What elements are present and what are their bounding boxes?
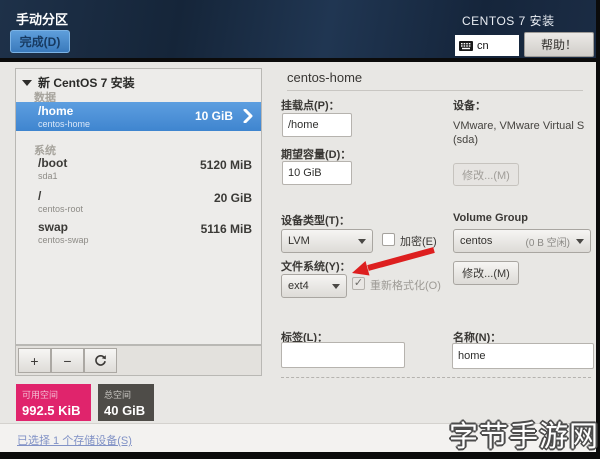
available-space-box: 可用空间 992.5 KiB [16,384,91,421]
keyboard-icon [459,40,473,51]
volume-group-dropdown[interactable]: centos (0 B 空闲) [453,229,591,253]
partition-size: 20 GiB [213,191,252,205]
storage-devices-link[interactable]: 已选择 1 个存储设备(S) [17,432,132,448]
device-name: centos-swap [38,235,89,245]
total-space-label: 总空间 [104,390,132,400]
mount-point-label: 挂载点(P)： [281,100,340,112]
file-system-value: ext4 [288,280,309,292]
partition-size: 5120 MiB [199,158,252,172]
remove-partition-button[interactable]: − [51,348,84,373]
encrypt-checkbox[interactable] [382,233,395,246]
device-label: 设备： [453,100,486,112]
done-button[interactable]: 完成(D) [10,30,70,53]
partition-row-home[interactable]: /home centos-home 10 GiB [16,102,261,131]
encrypt-label: 加密(E) [400,236,437,248]
partition-size: 10 GiB [194,109,233,123]
divider [281,377,591,378]
modify-volume-group-button[interactable]: 修改...(M) [453,261,519,285]
refresh-icon [95,355,106,366]
modify-device-button[interactable]: 修改...(M) [453,163,519,186]
partition-size: 5116 MiB [200,222,252,236]
label-input[interactable] [281,342,405,368]
available-space-value: 992.5 KiB [22,403,81,418]
device-name: centos-root [38,204,84,214]
divider [287,90,583,91]
name-input[interactable] [452,343,594,369]
reformat-checkbox[interactable]: ✓ [352,277,365,290]
top-navbar: 手动分区 完成(D) CENTOS 7 安装 cn 帮助！ [0,0,596,58]
available-space-label: 可用空间 [22,390,59,400]
volume-group-label: Volume Group [453,212,528,224]
product-title: CENTOS 7 安装 [462,14,555,28]
chevron-down-icon [576,238,584,244]
mount-point: / [38,189,42,203]
chevron-down-icon [332,283,340,289]
watermark: 字节手游网 [448,421,599,453]
chevron-right-icon [243,109,253,123]
volume-group-free: (0 B 空闲) [525,237,570,249]
keyboard-layout-label: cn [477,39,489,52]
total-space-box: 总空间 40 GiB [98,384,154,421]
mount-point: swap [38,220,69,234]
help-button[interactable]: 帮助！ [524,32,594,57]
device-type-value: LVM [288,235,310,247]
partition-toolbar: + − [15,345,262,376]
page-title: 手动分区 [16,12,69,27]
mount-point-input[interactable] [282,113,352,137]
expander-triangle-icon [22,79,32,86]
partition-list: 新 CentOS 7 安装 数据 /home centos-home 10 Gi… [15,68,262,345]
desired-capacity-input[interactable] [282,161,352,185]
installer-window: 手动分区 完成(D) CENTOS 7 安装 cn 帮助！ 新 CentOS 7… [0,0,600,459]
volume-group-value: centos [460,235,493,247]
reload-button[interactable] [84,348,117,373]
file-system-dropdown[interactable]: ext4 [281,274,347,298]
device-value: VMware, VMware Virtual S (sda) [453,120,585,146]
reformat-label: 重新格式化(O) [370,280,441,292]
desired-capacity-label: 期望容量(D)： [281,149,352,161]
selected-device-title: centos-home [287,70,363,85]
device-name: sda1 [38,171,58,181]
mount-point: /boot [38,156,68,170]
keyboard-layout-indicator[interactable]: cn [455,35,519,56]
file-system-label: 文件系统(Y)： [281,261,351,273]
device-type-label: 设备类型(T)： [281,215,351,227]
total-space-value: 40 GiB [104,403,146,418]
chevron-down-icon [358,238,366,244]
add-partition-button[interactable]: + [18,348,51,373]
mount-point: /home [38,104,74,118]
device-type-dropdown[interactable]: LVM [281,229,373,253]
device-name: centos-home [38,119,91,129]
